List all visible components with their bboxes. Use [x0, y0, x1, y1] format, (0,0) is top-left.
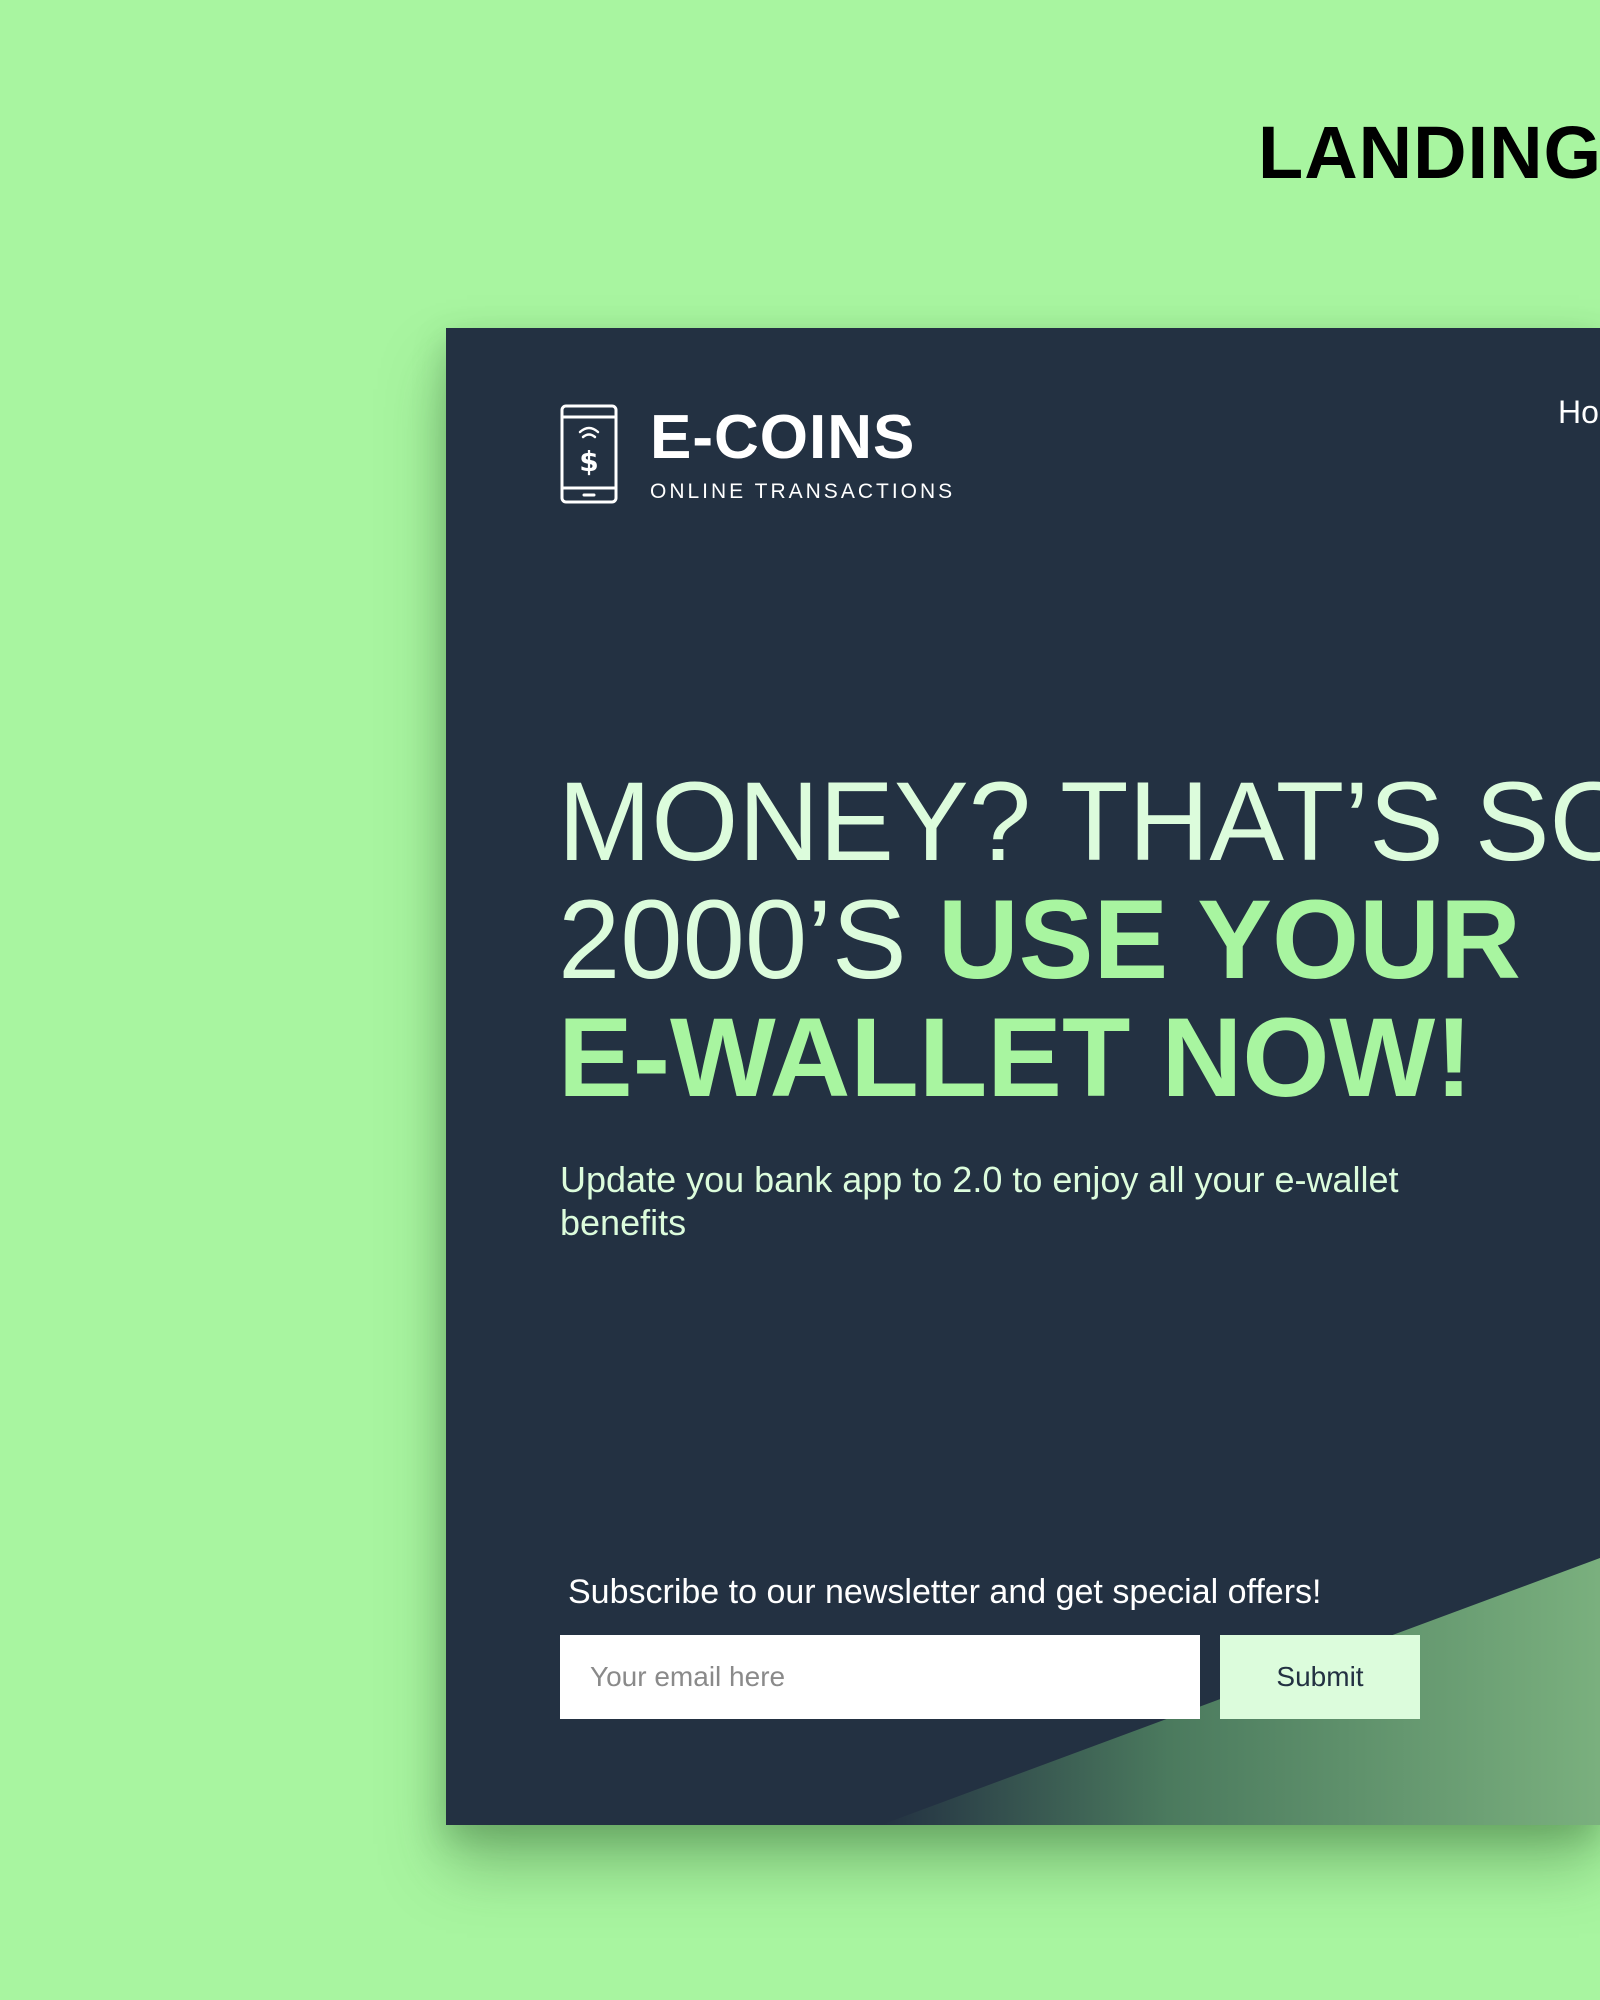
brand-tagline: ONLINE TRANSACTIONS [650, 479, 956, 503]
submit-button[interactable]: Submit [1220, 1635, 1420, 1719]
hero-line-3: E-WALLET NOW! [558, 999, 1600, 1117]
hero-headline: MONEY? THAT’S SO 2000’S USE YOUR E-WALLE… [558, 763, 1600, 1117]
hero-subtext: Update you bank app to 2.0 to enjoy all … [560, 1159, 1399, 1243]
svg-text:$: $ [579, 445, 598, 478]
brand-logo[interactable]: $ E-COINS ONLINE TRANSACTIONS [560, 404, 955, 504]
nav-item-home[interactable]: Ho [1558, 394, 1599, 431]
hero-line-2: 2000’S USE YOUR [558, 881, 1600, 999]
brand-name: E-COINS [650, 402, 916, 472]
newsletter-label: Subscribe to our newsletter and get spec… [568, 1573, 1322, 1611]
landing-page-card: $ E-COINS ONLINE TRANSACTIONS Ho MONEY? … [446, 328, 1600, 1825]
email-input[interactable] [560, 1635, 1200, 1719]
hero-line-2-light: 2000’S [558, 877, 938, 1002]
hero-line-1: MONEY? THAT’S SO [558, 763, 1600, 881]
hero-line-2-bold: USE YOUR [937, 877, 1521, 1002]
phone-dollar-icon: $ [560, 404, 618, 504]
hero-line-1-text: MONEY? THAT’S SO [558, 759, 1600, 884]
hero-line-3-bold: E-WALLET NOW! [558, 995, 1473, 1120]
showcase-title: LANDING [1258, 111, 1600, 194]
